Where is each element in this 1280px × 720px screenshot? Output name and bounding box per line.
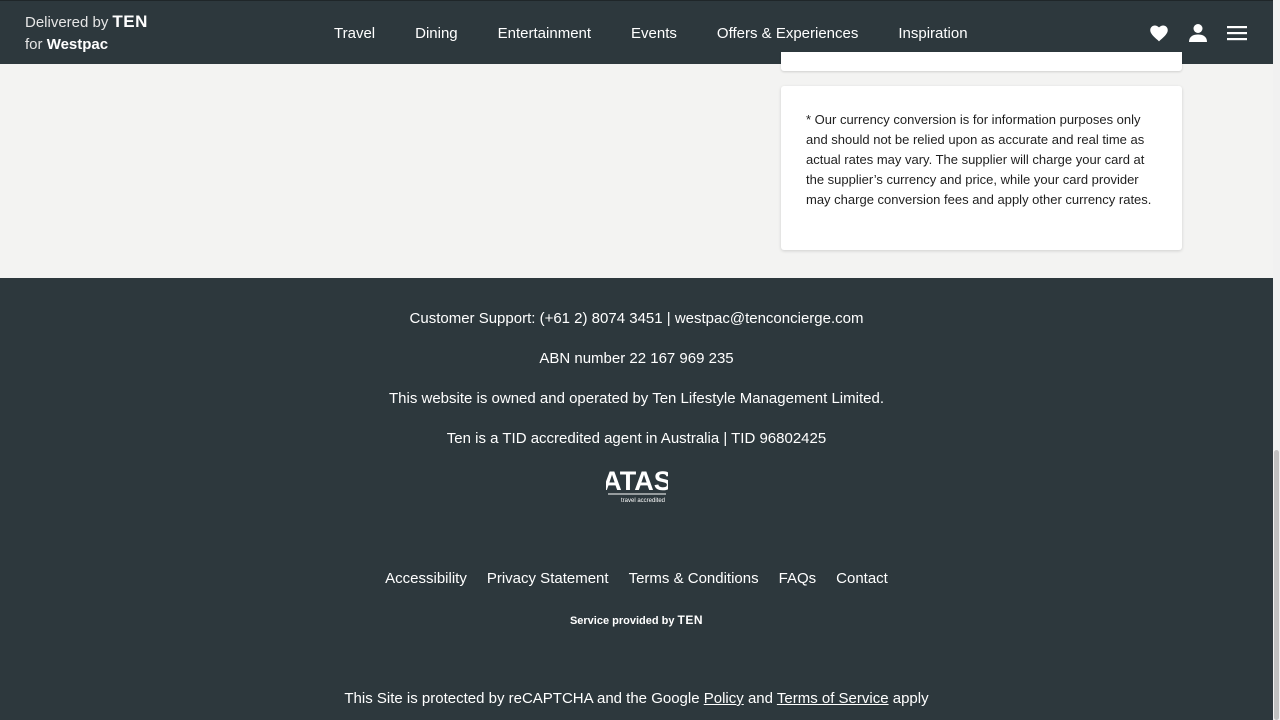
recaptcha-policy-link[interactable]: Policy [704, 690, 744, 707]
recaptcha-terms-link[interactable]: Terms of Service [777, 690, 889, 707]
scrollbar-thumb[interactable] [1274, 450, 1279, 720]
page-scrollbar[interactable] [1273, 0, 1280, 720]
customer-support: Customer Support: (+61 2) 8074 3451 | we… [409, 310, 864, 327]
user-icon[interactable] [1188, 23, 1208, 43]
svg-text:travel accredited: travel accredited [621, 498, 665, 504]
recaptcha-notice: This Site is protected by reCAPTCHA and … [0, 690, 1273, 707]
nav-offers-experiences[interactable]: Offers & Experiences [717, 25, 858, 42]
link-terms-conditions[interactable]: Terms & Conditions [629, 570, 759, 587]
brand-logo[interactable]: Delivered by TEN for Westpac [25, 11, 148, 56]
service-ten-logo: TEN [677, 613, 704, 627]
brand-westpac: Westpac [46, 36, 109, 53]
previous-card-edge [781, 52, 1182, 71]
link-contact[interactable]: Contact [836, 570, 888, 587]
atas-logo: ATAS travel accredited [602, 464, 672, 504]
ownership-statement: This website is owned and operated by Te… [388, 390, 884, 407]
brand-ten: TEN [112, 12, 148, 31]
brand-delivered-by: Delivered by [25, 14, 109, 31]
nav-travel[interactable]: Travel [334, 25, 375, 42]
tid-statement: Ten is a TID accredited agent in Austral… [446, 430, 827, 447]
currency-disclaimer-text: * Our currency conversion is for informa… [806, 112, 1152, 207]
service-provided-by: Service provided by TEN [0, 613, 1273, 627]
footer-links: Accessibility Privacy Statement Terms & … [0, 570, 1273, 587]
nav-inspiration[interactable]: Inspiration [898, 25, 967, 42]
link-privacy-statement[interactable]: Privacy Statement [487, 570, 609, 587]
brand-for: for [25, 36, 43, 53]
service-prefix: Service provided by [569, 615, 675, 627]
nav-events[interactable]: Events [631, 25, 677, 42]
abn-number: ABN number 22 167 969 235 [539, 350, 734, 367]
nav-dining[interactable]: Dining [415, 25, 458, 42]
link-faqs[interactable]: FAQs [779, 570, 817, 587]
nav-entertainment[interactable]: Entertainment [498, 25, 591, 42]
recaptcha-suffix: apply [892, 690, 929, 707]
menu-icon[interactable] [1227, 23, 1247, 43]
link-accessibility[interactable]: Accessibility [385, 570, 467, 587]
site-footer: Customer Support: (+61 2) 8074 3451 | we… [0, 278, 1273, 720]
recaptcha-prefix: This Site is protected by reCAPTCHA and … [344, 690, 700, 707]
currency-disclaimer-card: * Our currency conversion is for informa… [781, 86, 1182, 250]
heart-icon[interactable] [1149, 23, 1169, 43]
svg-text:ATAS: ATAS [606, 466, 668, 496]
recaptcha-and: and [747, 690, 773, 707]
